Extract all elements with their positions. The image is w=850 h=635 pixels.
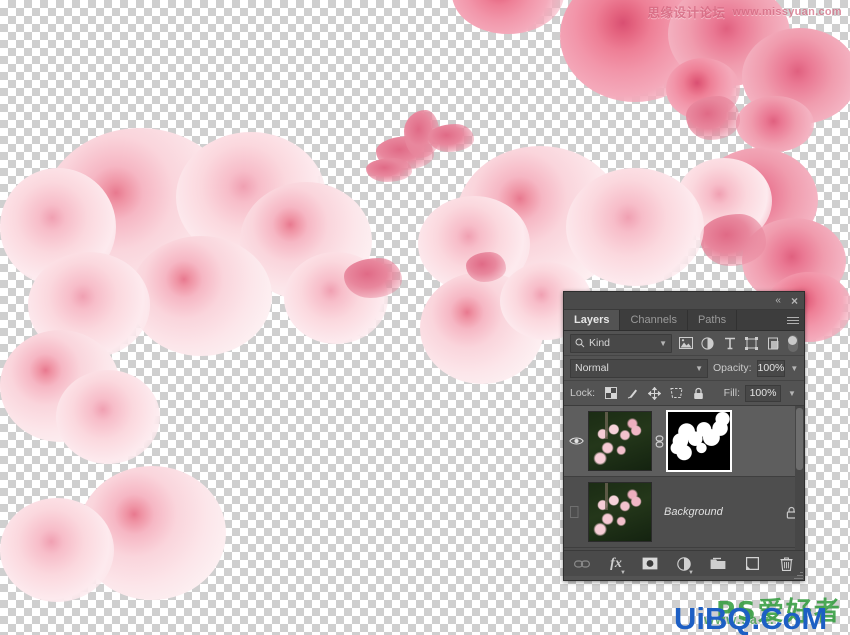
type-layer-filter-icon[interactable]: [721, 335, 738, 352]
watermark-url-text: www.missyuan.com: [732, 6, 842, 18]
lock-image-pixels-icon[interactable]: [626, 387, 639, 400]
rose-blossom: [130, 236, 272, 356]
layers-list: Background: [564, 405, 804, 550]
watermark-bottom-right: PS爱好者 www.sa z. UiBQ.CoM: [674, 595, 846, 635]
layer-filter-row: Kind ▼: [564, 331, 804, 355]
layers-panel: « × Layers Channels Paths Kind ▼: [563, 291, 805, 581]
lock-position-icon[interactable]: [648, 387, 661, 400]
blend-mode-value: Normal: [575, 362, 609, 374]
lock-artboard-nesting-icon[interactable]: [670, 387, 683, 400]
fill-stepper-icon[interactable]: ▼: [786, 386, 798, 401]
tab-layers[interactable]: Layers: [564, 310, 620, 330]
search-icon: [575, 338, 585, 348]
new-group-icon[interactable]: [709, 555, 727, 573]
close-panel-icon[interactable]: ×: [791, 295, 798, 307]
layers-scrollbar[interactable]: [795, 406, 804, 550]
panel-titlebar: « ×: [564, 292, 804, 310]
filter-kind-label: Kind: [589, 337, 610, 349]
opacity-label: Opacity:: [713, 362, 752, 374]
new-layer-icon[interactable]: [743, 555, 761, 573]
panel-resize-handle[interactable]: [794, 570, 803, 579]
rose-petal: [428, 124, 474, 152]
eye-hidden-icon: [570, 506, 583, 518]
rose-leaf: [686, 96, 740, 140]
layer-thumbnail[interactable]: [588, 482, 652, 542]
layer-mask-thumbnail[interactable]: [666, 410, 732, 472]
rose-blossom: [0, 498, 114, 602]
screenshot-root: 思缘设计论坛 www.missyuan.com PS爱好者 www.sa z. …: [0, 0, 850, 635]
layer-thumbnail[interactable]: [588, 411, 652, 471]
chevron-down-icon: ▼: [659, 339, 667, 348]
collapse-panel-icon[interactable]: «: [775, 296, 781, 306]
layers-panel-footer: fx ▼ ▼: [564, 550, 804, 576]
opacity-input[interactable]: 100%: [757, 360, 786, 377]
lock-label: Lock:: [570, 387, 595, 399]
blend-mode-dropdown[interactable]: Normal ▼: [570, 359, 708, 378]
rose-blossom: [736, 96, 814, 152]
scrollbar-thumb[interactable]: [796, 408, 803, 470]
eye-icon: [569, 436, 584, 446]
smart-object-filter-icon[interactable]: [765, 335, 782, 352]
table-row[interactable]: Background: [564, 477, 804, 548]
fill-input[interactable]: 100%: [745, 385, 781, 402]
new-adjustment-layer-icon[interactable]: ▼: [675, 555, 693, 573]
watermark-chinese-text: 思缘设计论坛: [647, 2, 725, 21]
rose-petal: [366, 158, 412, 182]
delete-layer-icon[interactable]: [777, 555, 795, 573]
watermark-brand-text: UiBQ.CoM: [674, 601, 827, 635]
tab-paths[interactable]: Paths: [688, 310, 737, 330]
blend-opacity-row: Normal ▼ Opacity: 100% ▼: [564, 356, 804, 380]
shape-layer-filter-icon[interactable]: [743, 335, 760, 352]
panel-menu-icon[interactable]: [782, 310, 804, 330]
lock-transparent-pixels-icon[interactable]: [604, 387, 617, 400]
panel-tab-bar: Layers Channels Paths: [564, 310, 804, 331]
rose-blossom: [566, 168, 704, 286]
adjustment-layer-filter-icon[interactable]: [699, 335, 716, 352]
rose-blossom: [56, 370, 160, 464]
layer-visibility-toggle[interactable]: [564, 477, 588, 547]
opacity-stepper-icon[interactable]: ▼: [790, 361, 798, 376]
pixel-layer-filter-icon[interactable]: [677, 335, 694, 352]
link-layers-icon[interactable]: [573, 555, 591, 573]
layer-visibility-toggle[interactable]: [564, 406, 588, 476]
table-row[interactable]: [564, 406, 804, 477]
lock-buttons-group: [604, 387, 705, 400]
layer-style-fx-icon[interactable]: fx ▼: [607, 555, 625, 573]
rose-leaf: [700, 214, 766, 266]
rose-petal: [466, 252, 506, 282]
fill-label: Fill:: [724, 387, 740, 399]
filter-kind-dropdown[interactable]: Kind ▼: [570, 334, 672, 353]
caret-icon: ▼: [620, 570, 626, 576]
caret-icon: ▼: [688, 570, 694, 576]
rose-petal: [344, 258, 402, 298]
rose-petal: [468, 4, 554, 30]
layer-mask-link-icon[interactable]: [652, 435, 666, 448]
lock-all-icon[interactable]: [692, 387, 705, 400]
tab-channels[interactable]: Channels: [620, 310, 687, 330]
filter-enable-toggle[interactable]: [788, 335, 798, 352]
lock-fill-row: Lock:: [564, 381, 804, 405]
chevron-down-icon: ▼: [695, 364, 703, 373]
layer-name-label[interactable]: Background: [652, 506, 778, 518]
watermark-top-right: 思缘设计论坛 www.missyuan.com: [647, 2, 842, 21]
add-layer-mask-icon[interactable]: [641, 555, 659, 573]
